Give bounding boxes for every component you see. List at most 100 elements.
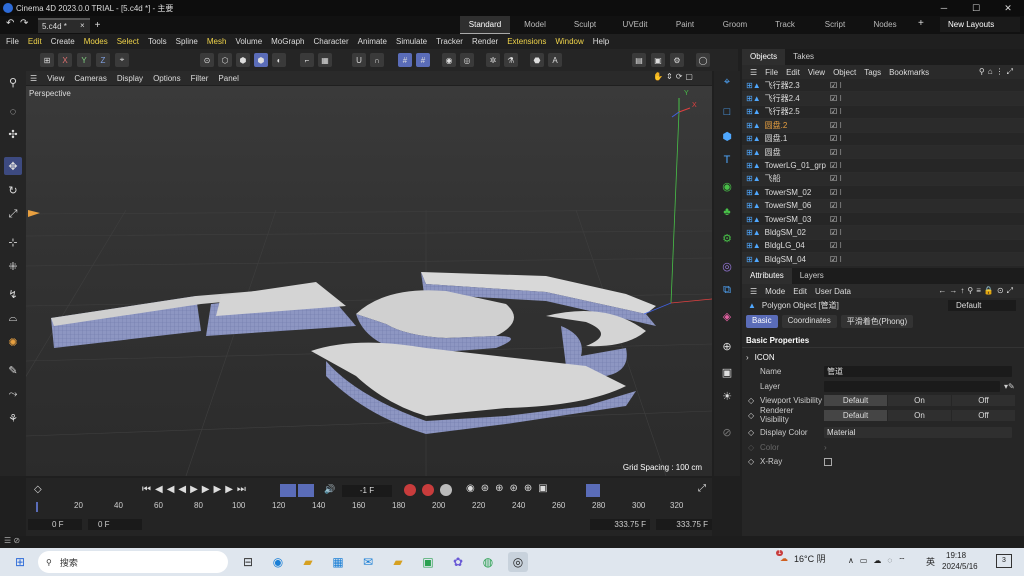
weather-widget[interactable]: ☁ 1 16°C 阴 bbox=[776, 550, 826, 565]
prev-key-icon[interactable]: ◀◀ bbox=[155, 484, 178, 495]
keyframe-selection-icon[interactable] bbox=[440, 484, 452, 496]
vp-menu-panel[interactable]: Panel bbox=[218, 74, 238, 83]
list-item[interactable]: ⊞▲ 飞行器2.3 ☑ ⁝ bbox=[742, 79, 1024, 93]
viewport-visibility-toggle[interactable]: Default On Off bbox=[824, 395, 1016, 407]
goto-start-icon[interactable]: ⏮ bbox=[142, 484, 155, 495]
lock-x-button[interactable]: X bbox=[58, 53, 72, 67]
scheme-icon[interactable] bbox=[586, 484, 600, 497]
snap-icon[interactable]: U bbox=[352, 53, 366, 67]
menu-simulate[interactable]: Simulate bbox=[396, 37, 427, 46]
list-item[interactable]: ⊞▲ BldgSM_04 ☑ ⁝ bbox=[742, 253, 1024, 267]
photos-icon[interactable]: ✿ bbox=[448, 552, 468, 572]
preset-dropdown[interactable]: Default bbox=[948, 300, 1016, 312]
tab-close-button[interactable]: × bbox=[80, 21, 85, 30]
display-color-dropdown[interactable]: Material bbox=[824, 427, 1012, 439]
goto-end-icon[interactable]: ⏭ bbox=[237, 484, 250, 495]
clock-date[interactable]: 2024/5/16 bbox=[942, 562, 978, 571]
menu-tracker[interactable]: Tracker bbox=[436, 37, 463, 46]
playhead[interactable] bbox=[36, 502, 38, 512]
visibility-dots[interactable]: ☑ ⁝ bbox=[830, 148, 842, 157]
current-frame-field[interactable]: -1 F bbox=[342, 485, 392, 497]
tab-takes[interactable]: Takes bbox=[785, 49, 822, 65]
visibility-dots[interactable]: ☑ ⁝ bbox=[830, 94, 842, 103]
keyframe-diamond-icon[interactable]: ◇ bbox=[34, 484, 42, 495]
search-icon[interactable]: ⚲ bbox=[4, 73, 22, 91]
tray-icons[interactable]: ∧▭☁◌⌔ bbox=[848, 556, 912, 566]
workplane-icon[interactable]: ⌐ bbox=[300, 53, 314, 67]
move-tool-icon[interactable]: ✥ bbox=[4, 157, 22, 175]
lock-y-button[interactable]: Y bbox=[77, 53, 91, 67]
pen-tool-icon[interactable]: ✺ bbox=[4, 333, 22, 351]
menu-window[interactable]: Window bbox=[555, 37, 583, 46]
axis-mode-icon[interactable]: ⊞ bbox=[40, 53, 54, 67]
null-object-icon[interactable]: ⌖ bbox=[718, 73, 736, 91]
list-item[interactable]: ⊞▲ 飞行器2.4 ☑ ⁝ bbox=[742, 92, 1024, 106]
obj-menu-view[interactable]: View bbox=[808, 68, 825, 77]
clock-time[interactable]: 19:18 bbox=[946, 551, 966, 560]
obj-menu-object[interactable]: Object bbox=[833, 68, 856, 77]
cube-primitive-icon[interactable]: ⬢ bbox=[718, 127, 736, 145]
render-region-icon[interactable]: ◎ bbox=[460, 53, 474, 67]
visibility-dots[interactable]: ☑ ⁝ bbox=[830, 161, 842, 170]
attr-menu-edit[interactable]: Edit bbox=[793, 287, 807, 296]
placement-tool-icon[interactable]: ⁜ bbox=[4, 257, 22, 275]
vp-menu-options[interactable]: Options bbox=[153, 74, 181, 83]
magnet-icon[interactable]: ∩ bbox=[370, 53, 384, 67]
xray-checkbox[interactable] bbox=[824, 457, 832, 466]
menu-render[interactable]: Render bbox=[472, 37, 498, 46]
render-view-icon[interactable]: ◉ bbox=[442, 53, 456, 67]
name-input[interactable]: 管道 bbox=[824, 366, 1012, 378]
ime-indicator[interactable]: 英 bbox=[926, 555, 935, 568]
menu-animate[interactable]: Animate bbox=[358, 37, 387, 46]
group-header[interactable]: › ICON bbox=[742, 350, 1024, 365]
layout-tab-paint[interactable]: Paint bbox=[660, 16, 710, 34]
end-frame-field[interactable]: 333.75 F bbox=[590, 519, 650, 530]
selection-tool-icon[interactable]: ✣ bbox=[4, 125, 22, 143]
viewport-menu-hamburger-icon[interactable]: ☰ bbox=[30, 74, 37, 83]
grid-icon[interactable]: ▦ bbox=[318, 53, 332, 67]
app-icon[interactable]: ▣ bbox=[418, 552, 438, 572]
objects-menu-hamburger-icon[interactable]: ☰ bbox=[750, 68, 757, 77]
cloner-icon[interactable]: ♣ bbox=[718, 203, 736, 221]
render-picture-icon[interactable]: ▣ bbox=[651, 53, 665, 67]
visibility-dots[interactable]: ☑ ⁝ bbox=[830, 201, 842, 210]
minimize-button[interactable]: ─ bbox=[928, 0, 960, 16]
edge-browser-icon[interactable]: ◉ bbox=[268, 552, 288, 572]
store-icon[interactable]: ▦ bbox=[328, 552, 348, 572]
frame-rate-icon[interactable] bbox=[298, 484, 314, 497]
list-item[interactable]: ⊞▲ 圆盘.2 ☑ ⁝ bbox=[742, 119, 1024, 133]
layer-dropdown-icon[interactable]: ▾✎ bbox=[1004, 382, 1015, 391]
menu-character[interactable]: Character bbox=[314, 37, 349, 46]
list-item[interactable]: ⊞▲ 飞船 ☑ ⁝ bbox=[742, 172, 1024, 187]
cinema4d-taskbar-icon[interactable]: ◎ bbox=[508, 552, 528, 572]
list-item[interactable]: ⊞▲ TowerSM_03 ☑ ⁝ bbox=[742, 213, 1024, 227]
render-active-icon[interactable]: ▤ bbox=[632, 53, 646, 67]
sun-light-icon[interactable]: ☀ bbox=[718, 387, 736, 405]
mail-icon[interactable]: ✉ bbox=[358, 552, 378, 572]
cube-icon[interactable]: ⬣ bbox=[530, 53, 544, 67]
visibility-dots[interactable]: ☑ ⁝ bbox=[830, 228, 842, 237]
model-mode-icon[interactable]: ⊙ bbox=[200, 53, 214, 67]
list-item[interactable]: ⊞▲ TowerSM_06 ☑ ⁝ bbox=[742, 199, 1024, 213]
layout-tab-uvedit[interactable]: UVEdit bbox=[610, 16, 660, 34]
menu-help[interactable]: Help bbox=[593, 37, 609, 46]
windows-start-icon[interactable]: ⊞ bbox=[10, 552, 30, 572]
renderer-visibility-toggle[interactable]: Default On Off bbox=[824, 409, 1016, 421]
scale-tool-icon[interactable]: ⤢ bbox=[4, 205, 22, 223]
next-frame-icon[interactable]: ▶ bbox=[202, 484, 214, 495]
disabled-tool-icon[interactable]: ⊘ bbox=[718, 423, 736, 441]
maximize-button[interactable]: ☐ bbox=[960, 0, 992, 16]
visibility-dots[interactable]: ☑ ⁝ bbox=[830, 134, 842, 143]
list-item[interactable]: ⊞▲ TowerLG_01_grp ☑ ⁝ bbox=[742, 159, 1024, 173]
field-icon[interactable]: ◎ bbox=[718, 257, 736, 275]
menu-select[interactable]: Select bbox=[117, 37, 139, 46]
layout-tab-track[interactable]: Track bbox=[760, 16, 810, 34]
obj-menu-file[interactable]: File bbox=[765, 68, 778, 77]
list-item[interactable]: ⊞▲ 圆盘.1 ☑ ⁝ bbox=[742, 133, 1024, 146]
play-icon[interactable]: ▶ bbox=[190, 484, 202, 495]
viewport-nav-icons[interactable]: ✋⇕⟳▢ bbox=[653, 72, 696, 81]
snap-enable-icon[interactable]: # bbox=[416, 53, 430, 67]
file-explorer-icon[interactable]: ▰ bbox=[298, 552, 318, 572]
light-icon[interactable]: ◈ bbox=[718, 307, 736, 325]
menu-extensions[interactable]: Extensions bbox=[507, 37, 546, 46]
